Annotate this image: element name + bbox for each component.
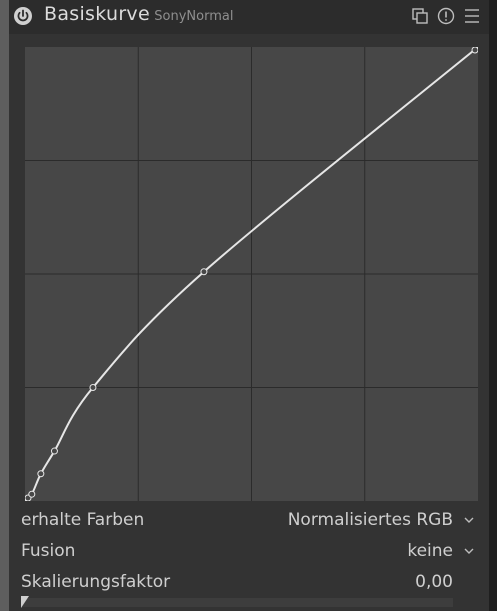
curve-node[interactable] <box>28 490 36 498</box>
reset-icon[interactable] <box>437 7 455 25</box>
left-panel-edge <box>0 0 9 611</box>
fusion-label: Fusion <box>21 541 76 561</box>
chevron-down-icon[interactable] <box>463 545 475 557</box>
scale-factor-slider[interactable] <box>21 598 453 607</box>
curve-node[interactable] <box>471 47 478 54</box>
presets-menu-icon[interactable] <box>463 7 481 25</box>
multi-instance-icon[interactable] <box>411 7 429 25</box>
preserve-colors-row[interactable]: erhalte Farben Normalisiertes RGB <box>21 510 481 534</box>
right-scrollbar[interactable] <box>489 0 497 611</box>
chevron-down-icon[interactable] <box>463 514 475 526</box>
curve-node[interactable] <box>89 384 97 391</box>
module-title: Basiskurve <box>44 3 150 25</box>
power-icon[interactable] <box>13 6 33 26</box>
curve-node[interactable] <box>200 268 208 276</box>
preserve-colors-label: erhalte Farben <box>21 510 145 530</box>
preserve-colors-value[interactable]: Normalisiertes RGB <box>288 510 453 530</box>
curve-node[interactable] <box>50 447 58 455</box>
scale-factor-label: Skalierungsfaktor <box>21 572 171 592</box>
scale-factor-row[interactable]: Skalierungsfaktor 0,00 <box>21 572 481 596</box>
scale-factor-slider-handle[interactable] <box>21 596 29 608</box>
fusion-value[interactable]: keine <box>407 541 453 561</box>
curve-editor[interactable] <box>25 47 478 501</box>
scale-factor-value[interactable]: 0,00 <box>415 572 453 592</box>
curve-node[interactable] <box>37 470 45 478</box>
module-preset-name: · SonyNormal <box>146 9 234 24</box>
fusion-row[interactable]: Fusion keine <box>21 541 481 565</box>
